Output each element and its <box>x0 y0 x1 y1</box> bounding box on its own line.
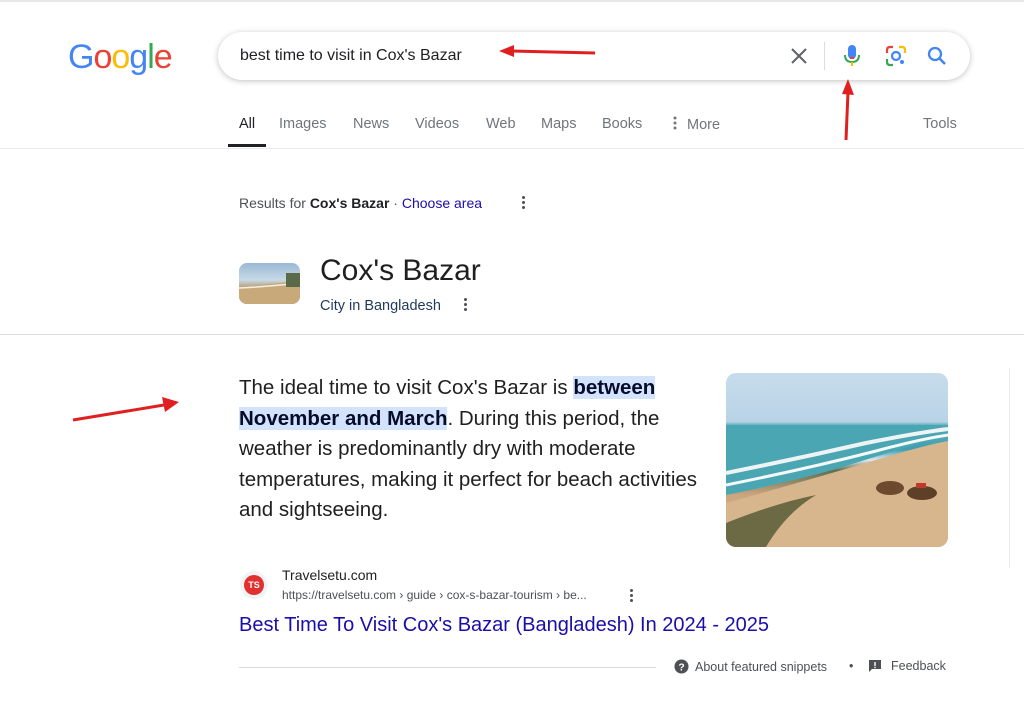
search-icon[interactable] <box>925 44 949 68</box>
google-lens-icon[interactable] <box>884 44 908 68</box>
top-border <box>0 0 1024 2</box>
tab-maps[interactable]: Maps <box>541 116 576 132</box>
entity-more-icon[interactable] <box>462 298 468 311</box>
snippet-footer-divider <box>239 667 656 668</box>
microphone-icon[interactable] <box>840 44 864 68</box>
entity-subtitle: City in Bangladesh <box>320 298 441 314</box>
source-url[interactable]: https://travelsetu.com › guide › cox-s-b… <box>282 588 587 602</box>
annotation-arrow-search <box>499 45 596 57</box>
travelsetu-favicon[interactable]: TS <box>240 571 268 599</box>
featured-snippet-text: The ideal time to visit Cox's Bazar is b… <box>239 373 709 526</box>
about-featured-snippets-link[interactable]: ? About featured snippets <box>674 659 827 674</box>
search-divider <box>824 42 825 70</box>
source-more-icon[interactable] <box>628 589 634 602</box>
more-kebab-icon <box>673 116 679 134</box>
logo-letter: g <box>129 38 148 76</box>
help-circle-icon: ? <box>674 659 689 674</box>
tab-videos[interactable]: Videos <box>415 116 459 132</box>
snippet-image[interactable] <box>726 373 948 547</box>
result-title-link[interactable]: Best Time To Visit Cox's Bazar (Banglade… <box>239 614 769 637</box>
results-for-more-icon[interactable] <box>520 196 526 209</box>
tools-button[interactable]: Tools <box>923 116 957 132</box>
logo-letter: o <box>111 38 130 76</box>
logo-letter: o <box>93 38 112 76</box>
results-for-prefix: Results for <box>239 195 310 211</box>
feedback-label: Feedback <box>891 659 946 673</box>
tab-more-label: More <box>687 116 721 133</box>
clear-icon[interactable] <box>787 44 811 68</box>
tab-news[interactable]: News <box>353 116 389 132</box>
tabs-divider <box>0 148 1024 149</box>
tab-more[interactable]: More <box>673 116 720 134</box>
svg-text:?: ? <box>678 662 684 673</box>
results-for-line: Results for Cox's Bazar · Choose area <box>239 195 482 211</box>
results-for-place: Cox's Bazar <box>309 195 390 211</box>
active-tab-indicator <box>228 144 266 147</box>
snippet-text-before: The ideal time to visit Cox's Bazar is <box>239 376 574 399</box>
entity-thumbnail[interactable] <box>239 263 300 304</box>
tab-all[interactable]: All <box>239 116 255 132</box>
feedback-icon <box>869 660 881 672</box>
logo-letter: e <box>153 38 173 76</box>
search-tabs: All Images News Videos Web Maps Books Mo… <box>0 110 1024 148</box>
tab-web[interactable]: Web <box>486 116 516 132</box>
google-logo[interactable]: Google <box>68 38 173 77</box>
tab-books[interactable]: Books <box>602 116 642 132</box>
results-for-separator: · <box>389 195 402 211</box>
choose-area-link[interactable]: Choose area <box>402 195 482 211</box>
search-input[interactable]: best time to visit in Cox's Bazar <box>240 47 462 65</box>
tab-images[interactable]: Images <box>279 116 327 132</box>
footer-dot: • <box>849 659 854 673</box>
feedback-link[interactable]: Feedback <box>868 659 946 673</box>
entity-title: Cox's Bazar <box>320 254 481 287</box>
annotation-arrow-mic <box>842 79 854 141</box>
about-featured-snippets-label: About featured snippets <box>695 659 828 674</box>
annotation-arrow-snippet <box>72 397 179 422</box>
entity-divider <box>0 334 1024 335</box>
vertical-divider <box>1009 368 1010 568</box>
logo-letter: G <box>68 38 94 76</box>
source-site-name[interactable]: Travelsetu.com <box>282 567 377 583</box>
